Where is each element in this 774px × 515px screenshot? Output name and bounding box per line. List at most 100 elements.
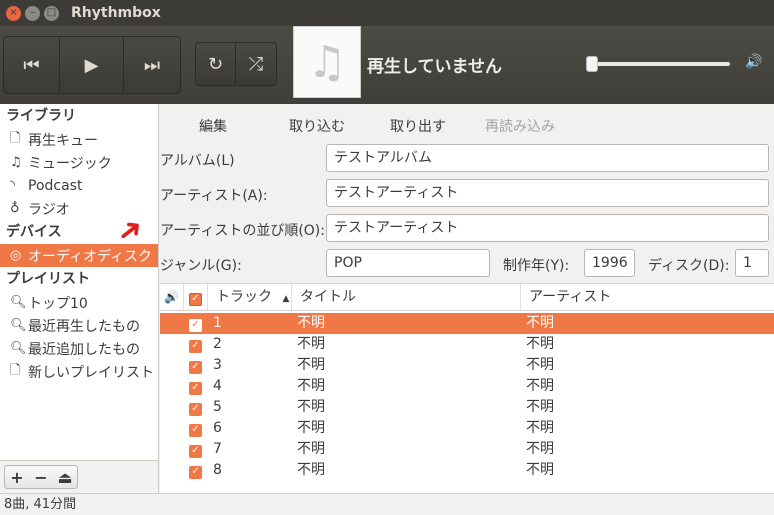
track-checkbox[interactable]: ✓ [189,402,202,416]
track-checkbox[interactable]: ✓ [189,360,202,374]
cell-title: 不明 [297,441,325,457]
album-field[interactable]: テストアルバム [326,144,769,172]
cell-track: 8 [213,462,222,478]
title-bar: × – □ Rhythmbox [0,0,774,26]
sidebar-item-label: Podcast [28,177,83,194]
sidebar-item-podcast[interactable]: ◝ Podcast [0,174,158,197]
shuffle-icon: ⤮ [248,53,264,75]
window-title: Rhythmbox [71,5,161,21]
genre-label: ジャンル(G): [160,258,242,274]
genre-field[interactable]: POP [326,249,490,277]
column-header-playing[interactable]: 🔊 [160,284,184,311]
table-header: 🔊 ✓ トラック ▲ タイトル アーティスト [160,284,774,311]
minimize-button[interactable]: – [25,5,40,21]
table-row[interactable]: ✓ 7 不明 不明 [160,439,774,460]
cell-track: 1 [213,315,222,331]
sort-ascending-icon: ▲ [282,294,290,304]
previous-icon: ⏮ [23,54,40,76]
checkbox-cell: ✓ [189,401,202,416]
column-header-artist[interactable]: アーティスト [521,284,774,311]
mode-controls: ↻ ⤮ [195,42,277,86]
main-panel: 編集 取り込む 取り出す 再読み込み アルバム(L) テストアルバム アーティス… [160,104,774,493]
cell-title: 不明 [297,378,325,394]
player-toolbar: ⏮ ▶ ⏭ ↻ ⤮ ♫ 再生していません 🔊 [0,26,774,104]
reload-button[interactable]: 再読み込み [485,116,555,136]
table-row[interactable]: ✓ 3 不明 不明 [160,355,774,376]
volume-slider[interactable] [586,56,730,72]
sidebar-item-label: 最近再生したもの [28,318,140,335]
track-checkbox[interactable]: ✓ [189,444,202,458]
track-checkbox[interactable]: ✓ [189,381,202,395]
next-button[interactable]: ⏭ [124,37,180,93]
sidebar-footer: + − ⏏ [0,460,158,493]
sidebar-heading-library: ライブラリ [6,108,76,124]
document-icon: 🗋 [10,362,21,378]
checkbox-cell: ✓ [189,422,202,437]
track-checkbox[interactable]: ✓ [189,465,202,479]
table-row[interactable]: ✓ 6 不明 不明 [160,418,774,439]
sidebar-item-play-queue[interactable]: 🗋 再生キュー [0,128,158,151]
cell-track: 6 [213,420,222,436]
cell-title: 不明 [297,399,325,415]
sidebar-item-recently-added[interactable]: 🔍︎ 最近追加したもの [0,337,158,360]
play-button[interactable]: ▶ [60,37,124,93]
track-checkbox[interactable]: ✓ [189,423,202,437]
checkbox-cell: ✓ [189,338,202,353]
cell-title: 不明 [297,336,325,352]
cell-artist: 不明 [526,462,554,478]
repeat-icon: ↻ [207,53,224,75]
album-art: ♫ [293,26,361,98]
cell-artist: 不明 [526,441,554,457]
track-checkbox[interactable]: ✓ [189,339,202,353]
radio-icon: ♁ [10,201,20,216]
search-icon: 🔍︎ [10,341,27,356]
volume-icon[interactable]: 🔊 [745,54,762,70]
table-row[interactable]: ✓ 2 不明 不明 [160,334,774,355]
sidebar-item-label: ミュージック [28,155,112,172]
table-row[interactable]: ✓ 5 不明 不明 [160,397,774,418]
sidebar-item-new-playlist[interactable]: 🗋 新しいプレイリスト [0,360,158,383]
artist-field[interactable]: テストアーティスト [326,179,769,207]
sidebar-item-label: ラジオ [28,201,70,218]
select-all-checkbox[interactable]: ✓ [189,292,202,306]
table-row[interactable]: ✓ 4 不明 不明 [160,376,774,397]
edit-button[interactable]: 編集 [199,116,227,136]
sidebar-item-label: 最近追加したもの [28,341,140,358]
cell-artist: 不明 [526,357,554,373]
close-button[interactable]: × [6,5,21,21]
artist-sort-field[interactable]: テストアーティスト [326,214,769,242]
sidebar-heading-playlists: プレイリスト [6,271,90,287]
previous-button[interactable]: ⏮ [4,37,60,93]
extract-button[interactable]: 取り出す [390,116,446,136]
add-button[interactable]: + [5,466,29,488]
column-header-title[interactable]: タイトル [292,284,521,311]
now-playing-label: 再生していません [367,57,502,77]
table-row[interactable]: ✓ 1 不明 不明 [160,313,774,334]
sidebar: ライブラリ 🗋 再生キュー ♫ ミュージック ◝ Podcast ♁ ラジオ デ… [0,104,159,493]
sidebar-item-recently-played[interactable]: 🔍︎ 最近再生したもの [0,314,158,337]
volume-slider-handle[interactable] [586,56,598,72]
status-bar: 8曲, 41分間 [0,493,774,515]
cell-artist: 不明 [526,336,554,352]
repeat-button[interactable]: ↻ [196,43,237,85]
table-row[interactable]: ✓ 8 不明 不明 [160,460,774,481]
play-icon: ▶ [84,54,99,76]
column-header-checkbox[interactable]: ✓ [184,284,208,311]
column-header-track[interactable]: トラック ▲ [208,284,292,311]
checkbox-cell: ✓ [189,443,202,458]
sidebar-item-top-10[interactable]: 🔍︎ トップ10 [0,291,158,314]
track-checkbox[interactable]: ✓ [189,318,202,332]
cell-title: 不明 [297,462,325,478]
year-label: 制作年(Y): [503,258,570,274]
sidebar-item-music[interactable]: ♫ ミュージック [0,151,158,174]
shuffle-button[interactable]: ⤮ [236,43,276,85]
sidebar-button-group: + − ⏏ [4,465,78,489]
eject-button[interactable]: ⏏ [53,466,77,488]
cell-track: 7 [213,441,222,457]
maximize-button[interactable]: □ [44,5,59,21]
year-field[interactable]: 1996 [584,249,635,277]
artist-label: アーティスト(A): [160,188,268,204]
disc-field[interactable]: 1 [735,249,769,277]
remove-button[interactable]: − [29,466,53,488]
import-button[interactable]: 取り込む [289,116,345,136]
